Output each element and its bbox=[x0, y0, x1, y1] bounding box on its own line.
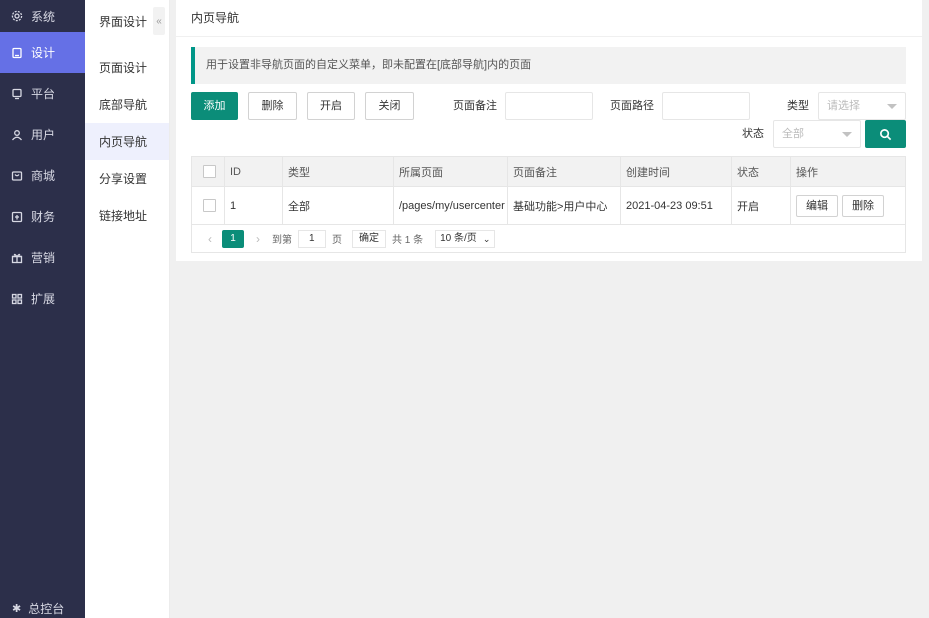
next-page-icon[interactable]: › bbox=[250, 232, 266, 246]
data-table: ID 类型 所属页面 页面备注 创建时间 状态 操作 1 全部 /pages/m… bbox=[191, 156, 906, 225]
sub-menu-item-bottom-nav[interactable]: 底部导航 bbox=[85, 86, 169, 123]
cell-type: 全部 bbox=[282, 186, 394, 225]
current-page[interactable]: 1 bbox=[222, 229, 244, 248]
chevron-down-icon: ⌄ bbox=[482, 233, 491, 244]
row-select[interactable] bbox=[191, 186, 225, 225]
sub-menu-item-label: 页面设计 bbox=[99, 61, 148, 75]
sidebar-console[interactable]: ✱ 总控台 bbox=[0, 598, 85, 618]
sidebar-item-marketing[interactable]: 营销 bbox=[0, 237, 85, 278]
header-actions: 操作 bbox=[790, 156, 906, 187]
sidebar-item-finance[interactable]: 财务 bbox=[0, 196, 85, 237]
goto-confirm-button[interactable]: 确定 bbox=[352, 229, 386, 248]
table-row: 1 全部 /pages/my/usercenter 基础功能>用户中心 2021… bbox=[191, 186, 906, 225]
header-type: 类型 bbox=[282, 156, 394, 187]
header-page: 所属页面 bbox=[393, 156, 508, 187]
header-id: ID bbox=[224, 156, 283, 187]
header-created: 创建时间 bbox=[620, 156, 732, 187]
console-icon: ✱ bbox=[12, 602, 22, 615]
cell-actions: 编辑 删除 bbox=[790, 186, 906, 225]
total-count: 共 1 条 bbox=[392, 235, 424, 246]
finance-icon bbox=[10, 210, 24, 224]
grid-icon bbox=[10, 292, 24, 306]
main-sidebar: 系统 设计 平台 用户 商城 财务 营销 扩展 ✱ 总控台 bbox=[0, 0, 85, 618]
sidebar-console-label: 总控台 bbox=[28, 601, 65, 616]
main-card: 内页导航 用于设置非导航页面的自定义菜单，即未配置在[底部导航]内的页面 添加 … bbox=[176, 0, 922, 261]
sidebar-item-extend[interactable]: 扩展 bbox=[0, 278, 85, 319]
path-label: 页面路径 bbox=[610, 100, 654, 112]
sidebar-item-label: 用户 bbox=[31, 128, 56, 142]
sub-menu: 界面设计 « 页面设计 底部导航 内页导航 分享设置 链接地址 bbox=[85, 0, 170, 618]
page-title: 内页导航 bbox=[176, 0, 922, 37]
checkbox[interactable] bbox=[203, 165, 216, 178]
checkbox[interactable] bbox=[203, 199, 216, 212]
gift-icon bbox=[10, 251, 24, 265]
enable-button[interactable]: 开启 bbox=[307, 92, 355, 120]
sub-menu-item-label: 内页导航 bbox=[99, 135, 148, 149]
pagination: ‹ 1 › 到第 页 确定 共 1 条 10 条/页 ⌄ bbox=[191, 225, 906, 253]
sub-menu-item-label: 分享设置 bbox=[99, 172, 148, 186]
gear-icon bbox=[10, 9, 24, 23]
sub-menu-item-share[interactable]: 分享设置 bbox=[85, 160, 169, 197]
prev-page-icon[interactable]: ‹ bbox=[202, 232, 218, 246]
remark-input[interactable] bbox=[505, 92, 593, 120]
user-icon bbox=[10, 128, 24, 142]
page-size-value: 10 条/页 bbox=[440, 232, 477, 244]
sub-menu-item-inner-nav[interactable]: 内页导航 bbox=[85, 123, 169, 160]
sub-menu-title-label: 界面设计 bbox=[99, 14, 148, 29]
sidebar-item-mall[interactable]: 商城 bbox=[0, 155, 85, 196]
sidebar-item-label: 营销 bbox=[31, 251, 56, 265]
header-status: 状态 bbox=[731, 156, 791, 187]
type-select[interactable]: 请选择 bbox=[818, 92, 906, 120]
header-select-all[interactable] bbox=[191, 156, 225, 187]
sidebar-item-user[interactable]: 用户 bbox=[0, 114, 85, 155]
path-input[interactable] bbox=[662, 92, 750, 120]
sub-menu-item-label: 链接地址 bbox=[99, 209, 148, 223]
status-select-value: 全部 bbox=[782, 128, 804, 140]
sub-menu-item-label: 底部导航 bbox=[99, 98, 148, 112]
platform-icon bbox=[10, 87, 24, 101]
double-chevron-left-icon[interactable]: « bbox=[153, 7, 165, 35]
sub-menu-item-page-design[interactable]: 页面设计 bbox=[85, 49, 169, 86]
search-icon bbox=[880, 128, 892, 140]
search-button[interactable] bbox=[865, 120, 906, 148]
cell-created: 2021-04-23 09:51 bbox=[620, 186, 732, 225]
type-select-placeholder: 请选择 bbox=[827, 100, 860, 112]
add-button[interactable]: 添加 bbox=[191, 92, 238, 120]
goto-label: 到第 bbox=[272, 235, 292, 246]
cell-remark: 基础功能>用户中心 bbox=[507, 186, 621, 225]
sidebar-item-label: 系统 bbox=[31, 9, 56, 24]
sub-menu-item-links[interactable]: 链接地址 bbox=[85, 197, 169, 234]
remark-label: 页面备注 bbox=[453, 100, 497, 112]
disable-button[interactable]: 关闭 bbox=[365, 92, 414, 120]
sidebar-item-platform[interactable]: 平台 bbox=[0, 73, 85, 114]
cell-page: /pages/my/usercenter bbox=[393, 186, 508, 225]
cell-status: 开启 bbox=[731, 186, 791, 225]
sidebar-item-label: 商城 bbox=[31, 169, 56, 183]
mall-icon bbox=[10, 169, 24, 183]
design-icon bbox=[10, 46, 24, 60]
edit-button[interactable]: 编辑 bbox=[796, 194, 838, 217]
cell-id: 1 bbox=[224, 186, 283, 225]
sub-menu-title: 界面设计 « bbox=[85, 0, 169, 42]
sidebar-item-design[interactable]: 设计 bbox=[0, 32, 85, 73]
sidebar-item-system[interactable]: 系统 bbox=[0, 0, 85, 32]
goto-page-input[interactable] bbox=[298, 229, 326, 248]
status-label: 状态 bbox=[742, 128, 764, 140]
type-label: 类型 bbox=[787, 100, 809, 112]
caret-down-icon bbox=[887, 104, 897, 109]
sidebar-item-label: 设计 bbox=[31, 46, 56, 60]
sidebar-item-label: 平台 bbox=[31, 87, 56, 101]
caret-down-icon bbox=[842, 132, 852, 137]
header-remark: 页面备注 bbox=[507, 156, 621, 187]
page-size-select[interactable]: 10 条/页 ⌄ bbox=[435, 229, 496, 248]
info-tip: 用于设置非导航页面的自定义菜单，即未配置在[底部导航]内的页面 bbox=[191, 47, 906, 84]
sidebar-item-label: 财务 bbox=[31, 210, 56, 224]
sidebar-item-label: 扩展 bbox=[31, 292, 56, 306]
row-delete-button[interactable]: 删除 bbox=[842, 194, 885, 217]
delete-button[interactable]: 删除 bbox=[248, 92, 297, 120]
table-header-row: ID 类型 所属页面 页面备注 创建时间 状态 操作 bbox=[191, 156, 906, 187]
status-select[interactable]: 全部 bbox=[773, 120, 861, 148]
page-unit-label: 页 bbox=[332, 235, 342, 246]
